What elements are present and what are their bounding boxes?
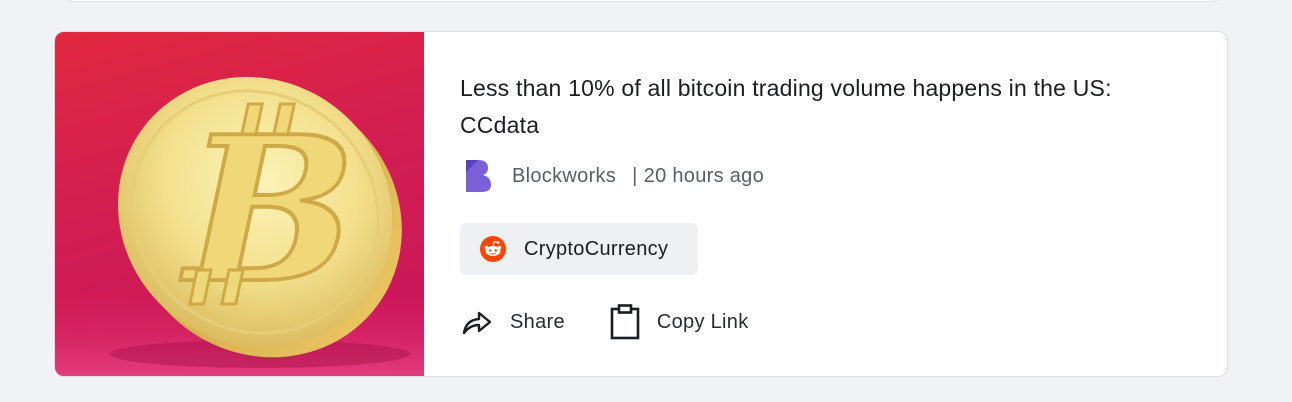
bitcoin-coin-image: B	[55, 76, 424, 376]
source-name[interactable]: Blockworks	[512, 165, 616, 188]
reddit-icon	[480, 236, 506, 262]
news-card[interactable]: B Less than 10% of all bitcoin trading v…	[54, 31, 1228, 377]
blockworks-logo-icon	[466, 160, 491, 192]
share-label: Share	[510, 310, 565, 333]
clipboard-icon	[610, 304, 640, 340]
copy-link-label: Copy Link	[656, 310, 749, 333]
copy-link-button[interactable]: Copy Link	[609, 302, 749, 342]
share-button[interactable]: Share	[460, 302, 565, 342]
article-source: Blockworks | 20 hours ago	[460, 158, 764, 194]
article-actions: Share Copy Link	[460, 302, 749, 342]
article-thumbnail[interactable]: B	[55, 32, 424, 376]
share-arrow-icon	[462, 311, 492, 335]
article-title[interactable]: Less than 10% of all bitcoin trading vol…	[460, 70, 1180, 144]
article-timestamp: | 20 hours ago	[632, 165, 764, 188]
community-tag[interactable]: CryptoCurrency	[460, 223, 698, 275]
community-tag-label: CryptoCurrency	[524, 237, 669, 260]
previous-card-edge	[62, 0, 1222, 2]
time-text: 20 hours ago	[643, 164, 764, 187]
time-separator: |	[632, 164, 638, 187]
